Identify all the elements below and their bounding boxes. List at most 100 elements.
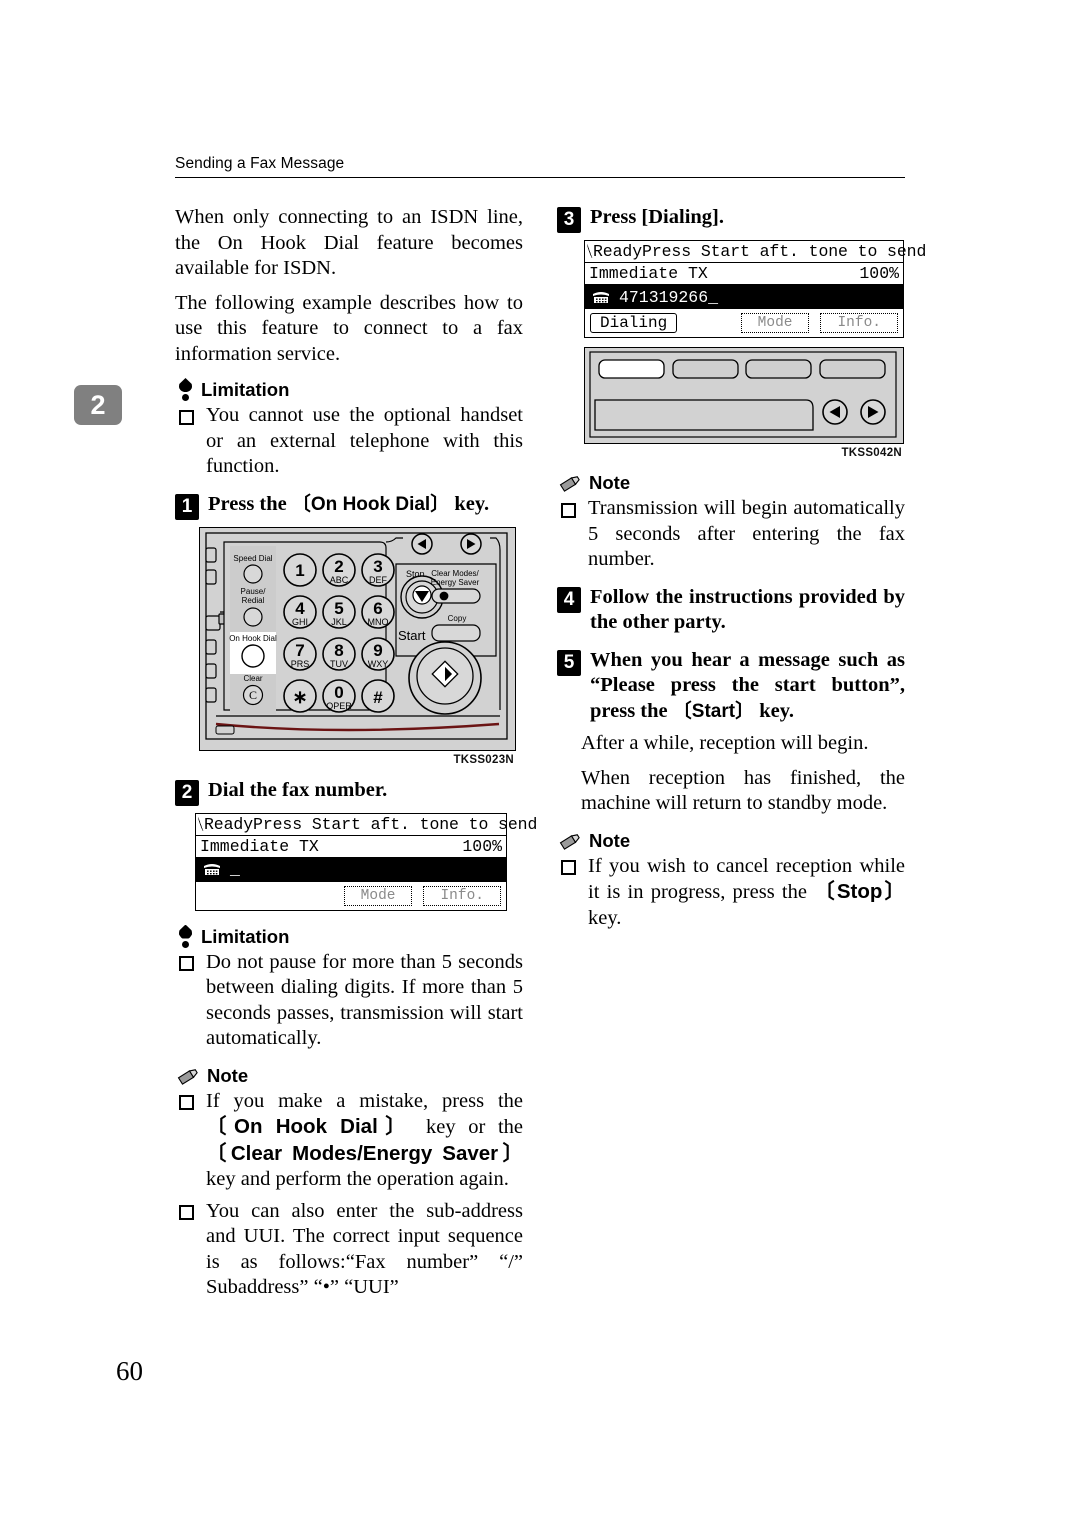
svg-text:TUV: TUV bbox=[330, 659, 348, 669]
svg-text:C: C bbox=[249, 688, 257, 702]
limitation-item-2-text: Do not pause for more than 5 seconds bet… bbox=[206, 950, 523, 1050]
svg-text:6: 6 bbox=[373, 599, 382, 618]
lcd2-status-row: Ready Press Start aft. tone to send bbox=[585, 241, 926, 263]
step-1-text-after: key. bbox=[449, 492, 490, 515]
step-5: 5 When you hear a message such as “Pleas… bbox=[557, 648, 905, 725]
note-heading-1: Note bbox=[177, 1064, 523, 1086]
square-bullet-icon bbox=[561, 502, 576, 518]
note-heading-2: Note bbox=[559, 473, 905, 493]
svg-text:On Hook Dial: On Hook Dial bbox=[229, 634, 277, 643]
svg-text:1: 1 bbox=[295, 561, 304, 580]
note-label-1: Note bbox=[207, 1064, 249, 1086]
svg-text:Redial: Redial bbox=[242, 596, 265, 605]
svg-text:7: 7 bbox=[295, 641, 304, 660]
on-hook-dial-keycap: 〔On Hook Dial〕 bbox=[291, 493, 450, 515]
limitation-label-1: Limitation bbox=[201, 379, 290, 400]
svg-text:JKL: JKL bbox=[331, 617, 347, 627]
svg-text:Start: Start bbox=[398, 628, 426, 643]
chapter-tab: 2 bbox=[74, 385, 122, 425]
note1-c: key and perform the operation again. bbox=[206, 1168, 509, 1190]
page-number: 60 bbox=[116, 1356, 143, 1386]
limitation-list-1: You cannot use the optional handset or a… bbox=[175, 403, 523, 480]
lcd2-softkey-mode[interactable]: Mode bbox=[740, 313, 810, 333]
step-5-number: 5 bbox=[557, 649, 581, 676]
note-label-2: Note bbox=[589, 472, 631, 493]
svg-text:0: 0 bbox=[334, 683, 343, 702]
svg-text:∗: ∗ bbox=[292, 687, 307, 707]
list-item: Do not pause for more than 5 seconds bet… bbox=[175, 950, 523, 1052]
step-3-number: 3 bbox=[557, 207, 581, 233]
svg-text:8: 8 bbox=[334, 641, 343, 660]
start-keycap: 〔Start〕 bbox=[672, 700, 755, 722]
figure-2-caption: TKSS042N bbox=[841, 447, 902, 459]
figure-panel-fragment: TKSS042N bbox=[584, 347, 905, 459]
header-rule bbox=[175, 177, 905, 178]
svg-text:PRS: PRS bbox=[291, 659, 310, 669]
lcd1-mode: Immediate TX bbox=[200, 836, 319, 856]
right-column: 3 Press [Dialing]. Ready Press Start aft… bbox=[557, 205, 926, 937]
step-4: 4 Follow the instructions provided by th… bbox=[557, 585, 905, 636]
right-paragraph-2: When reception has finished, the machine… bbox=[581, 766, 905, 815]
square-bullet-icon bbox=[179, 409, 194, 425]
svg-text:5: 5 bbox=[334, 599, 343, 618]
note3-b: key. bbox=[588, 906, 622, 929]
svg-text:3: 3 bbox=[373, 557, 382, 576]
lcd2-zoom: 100% bbox=[859, 264, 899, 283]
svg-text:WXY: WXY bbox=[368, 659, 389, 669]
limitation-label-2: Limitation bbox=[201, 925, 290, 947]
note-list-1: If you make a mistake, press the 〔On Hoo… bbox=[175, 1089, 523, 1301]
lcd1-prompt: Press Start aft. tone to send bbox=[253, 814, 538, 834]
svg-text:4: 4 bbox=[295, 599, 305, 618]
lcd-display-2: Ready Press Start aft. tone to send Imme… bbox=[584, 240, 926, 338]
panel-fragment-svg bbox=[585, 348, 901, 441]
svg-text:OPER: OPER bbox=[326, 701, 352, 711]
limitation-list-2: Do not pause for more than 5 seconds bet… bbox=[175, 950, 523, 1052]
lcd1-softkey-info[interactable]: Info. bbox=[423, 885, 501, 906]
step-2: 2 Dial the fax number. bbox=[175, 778, 523, 806]
clear-modes-energy-saver-keycap: 〔Clear Modes/Energy Saver〕 bbox=[206, 1141, 524, 1165]
operator-panel-drawing: Speed Dial Pause/ Redial On Hook Dial Cl… bbox=[199, 526, 516, 751]
panel-fragment-drawing bbox=[584, 347, 904, 444]
note-heading-3: Note bbox=[559, 830, 905, 851]
svg-text:2: 2 bbox=[334, 557, 343, 576]
intro-paragraph-2: The following example describes how to u… bbox=[175, 291, 523, 365]
step-2-number: 2 bbox=[175, 779, 199, 806]
lcd2-softkey-info[interactable]: Info. bbox=[820, 313, 898, 333]
figure-1-caption: TKSS023N bbox=[453, 753, 514, 766]
lcd2-softkey-row: Dialing Mode Info. bbox=[585, 309, 903, 337]
svg-text:Clear Modes/: Clear Modes/ bbox=[431, 569, 479, 578]
svg-text:GHI: GHI bbox=[292, 617, 308, 627]
note-pencil-icon bbox=[559, 831, 582, 851]
telephone-icon bbox=[590, 289, 612, 305]
lcd2-mode: Immediate TX bbox=[589, 264, 708, 283]
list-item: If you make a mistake, press the 〔On Hoo… bbox=[175, 1089, 523, 1193]
left-column: When only connecting to an ISDN line, th… bbox=[175, 205, 537, 1307]
step-3-text: Press [Dialing]. bbox=[590, 206, 725, 228]
limitation-item-1-text: You cannot use the optional handset or a… bbox=[206, 404, 523, 477]
step-5-text-b: key. bbox=[754, 699, 794, 722]
intro-paragraph-1: When only connecting to an ISDN line, th… bbox=[175, 206, 523, 279]
figure-operator-panel: Speed Dial Pause/ Redial On Hook Dial Cl… bbox=[199, 526, 523, 766]
operator-panel-svg: Speed Dial Pause/ Redial On Hook Dial Cl… bbox=[200, 527, 513, 748]
svg-text:Speed Dial: Speed Dial bbox=[233, 554, 272, 563]
svg-text:ABC: ABC bbox=[330, 575, 349, 585]
svg-text:MNO: MNO bbox=[368, 617, 389, 627]
lcd1-status: Ready bbox=[204, 814, 254, 834]
step-1: 1 Press the 〔On Hook Dial〕 key. bbox=[175, 492, 523, 520]
lcd2-softkey-dialing[interactable]: Dialing bbox=[590, 313, 678, 333]
lcd1-softkey-mode[interactable]: Mode bbox=[343, 885, 413, 906]
right-paragraph-1: After a while, reception will begin. bbox=[581, 732, 869, 754]
note-list-3: If you wish to cancel reception while it… bbox=[557, 854, 905, 932]
svg-text:9: 9 bbox=[373, 641, 382, 660]
svg-text:Copy: Copy bbox=[448, 614, 467, 623]
svg-text:Clear: Clear bbox=[243, 674, 262, 683]
lcd2-entry: 471319266_ bbox=[619, 287, 719, 307]
list-item: You can also enter the sub-address and U… bbox=[175, 1199, 523, 1301]
step-1-number: 1 bbox=[175, 493, 199, 520]
note-item-2-text: You can also enter the sub-address and U… bbox=[206, 1199, 523, 1299]
step-4-number: 4 bbox=[557, 586, 581, 613]
lcd1-softkey-row: Mode Info. bbox=[196, 882, 506, 910]
svg-text:Energy Saver: Energy Saver bbox=[431, 578, 480, 587]
square-bullet-icon bbox=[179, 1095, 194, 1110]
note1-a: If you make a mistake, press the bbox=[206, 1089, 523, 1112]
